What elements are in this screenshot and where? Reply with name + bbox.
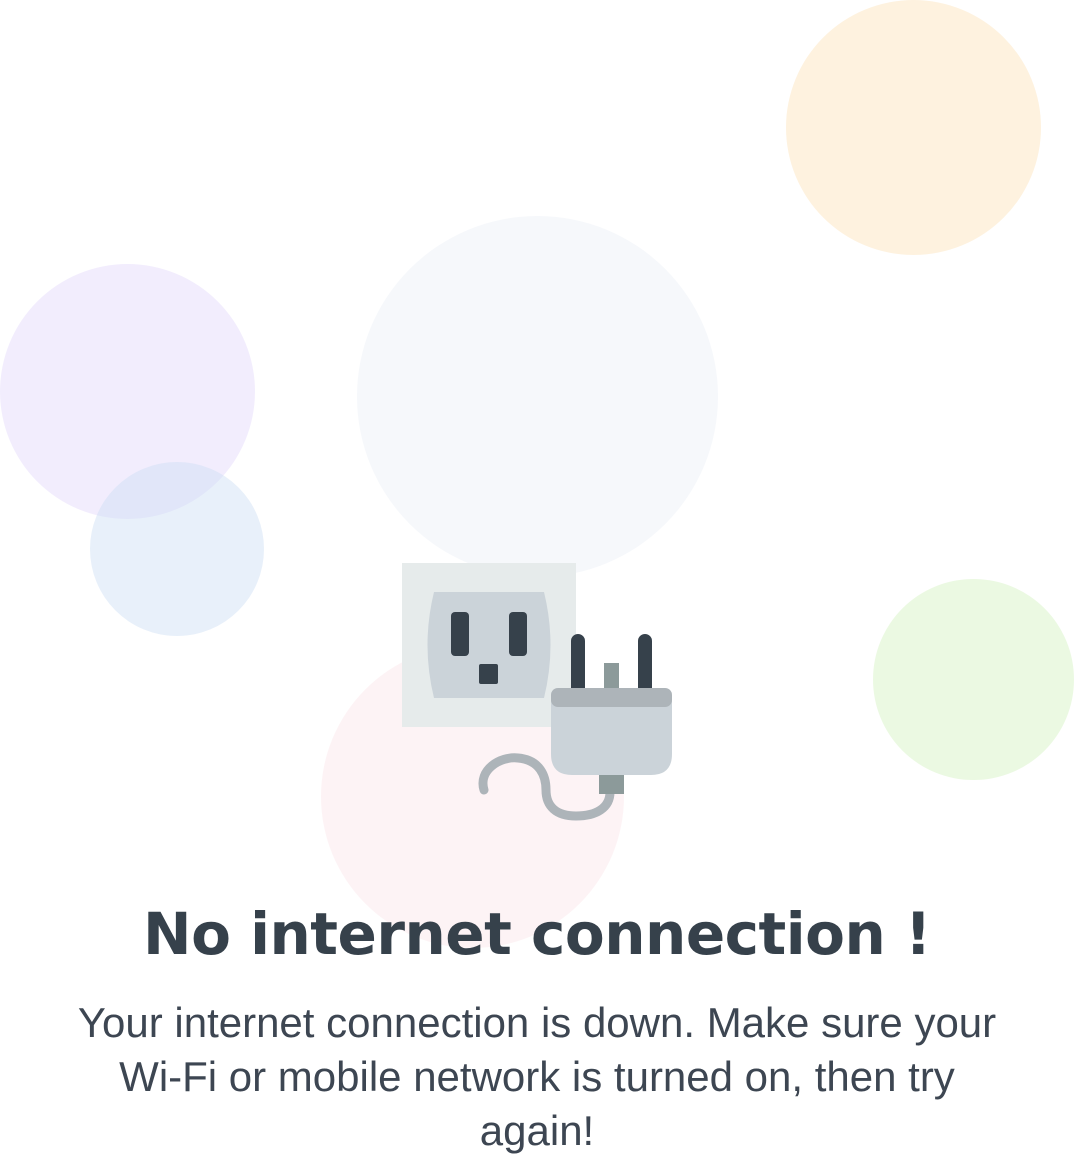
power-outlet-icon — [402, 563, 576, 727]
offline-screen: No internet connection ! Your internet c… — [0, 0, 1074, 1155]
unplugged-illustration — [402, 563, 672, 821]
error-message: Your internet connection is down. Make s… — [77, 999, 997, 1154]
page-title: No internet connection ! — [143, 900, 931, 968]
